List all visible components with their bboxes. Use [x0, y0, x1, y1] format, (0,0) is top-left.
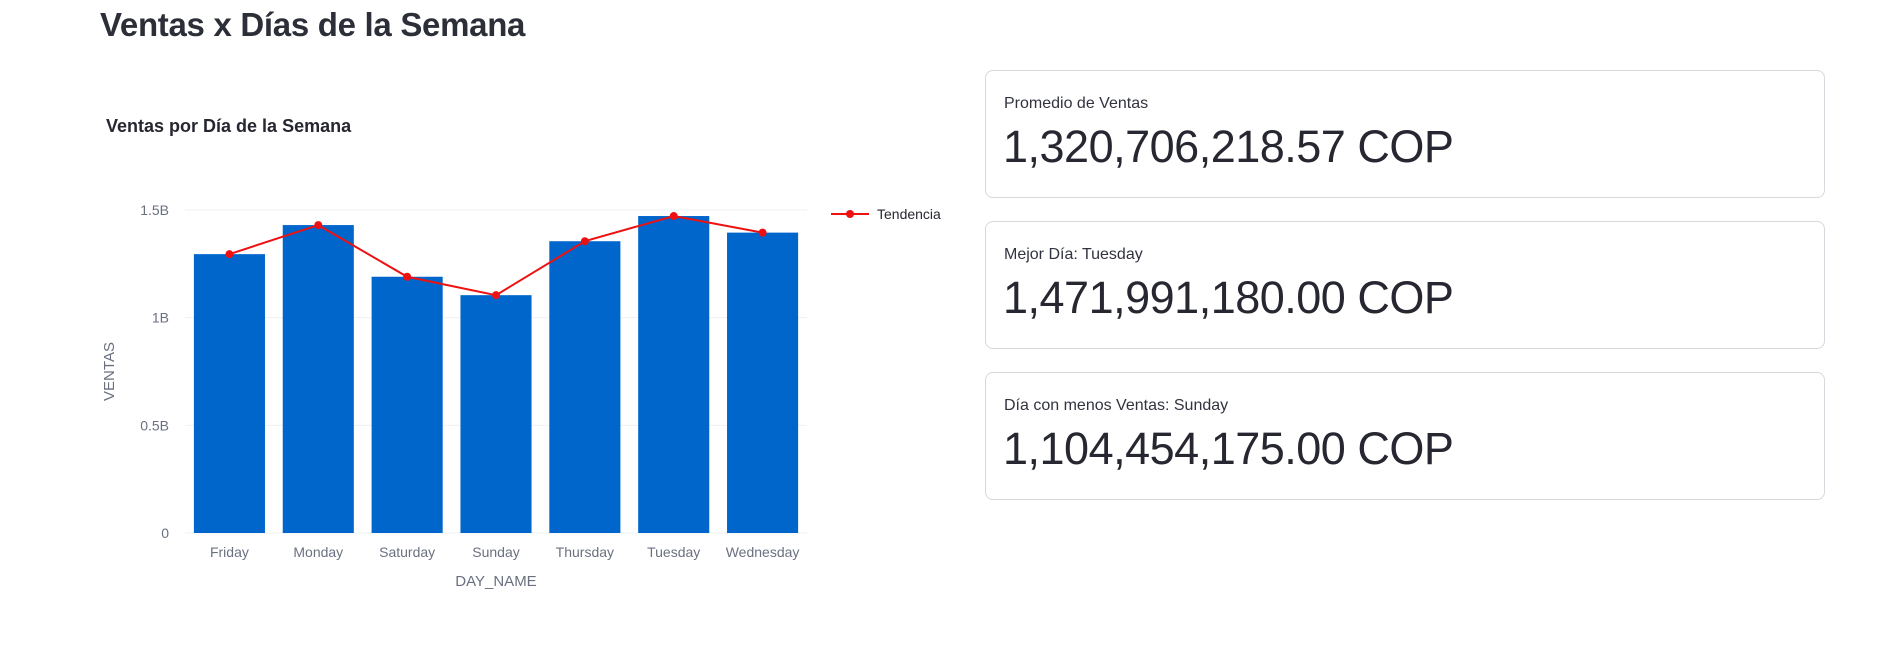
- metric-value: 1,320,706,218.57 COP: [1003, 121, 1454, 172]
- trend-point[interactable]: [669, 212, 678, 221]
- y-axis-ticks: 0 0.5B 1B 1.5B: [140, 202, 169, 541]
- bar-saturday[interactable]: [371, 276, 443, 533]
- y-axis-label: VENTAS: [101, 342, 118, 401]
- trend-point[interactable]: [758, 228, 767, 237]
- y-tick-label: 1B: [152, 310, 169, 326]
- x-tick-label: Monday: [293, 544, 343, 560]
- page-title: Ventas x Días de la Semana: [100, 6, 526, 43]
- metric-value: 1,471,991,180.00 COP: [1003, 272, 1454, 323]
- x-axis-label: DAY_NAME: [455, 573, 536, 590]
- x-tick-label: Saturday: [379, 544, 435, 560]
- trend-point[interactable]: [492, 291, 500, 300]
- chart-title: Ventas por Día de la Semana: [106, 116, 352, 136]
- y-tick-label: 1.5B: [140, 202, 169, 218]
- bar-sunday[interactable]: [460, 295, 532, 533]
- bar-wednesday[interactable]: [727, 232, 799, 534]
- x-tick-label: Wednesday: [726, 544, 800, 560]
- x-axis-ticks: Friday Monday Saturday Sunday Thursday Tuesda…: [210, 544, 799, 560]
- trend-point[interactable]: [225, 250, 234, 259]
- metric-card-best-day: Mejor Día: Tuesday 1,471,991,180.00 COP: [985, 221, 1825, 349]
- metric-label: Día con menos Ventas: Sunday: [1004, 397, 1229, 414]
- bar-thursday[interactable]: [549, 241, 621, 533]
- bar-tuesday[interactable]: [638, 216, 710, 533]
- metric-value: 1,104,454,175.00 COP: [1003, 423, 1454, 474]
- legend-swatch-marker: [846, 210, 854, 218]
- metric-label: Mejor Día: Tuesday: [1004, 246, 1143, 263]
- trend-point[interactable]: [314, 221, 323, 230]
- metric-card-average: Promedio de Ventas 1,320,706,218.57 COP: [985, 70, 1825, 198]
- x-tick-label: Sunday: [472, 544, 519, 560]
- legend[interactable]: Tendencia: [831, 206, 941, 222]
- y-tick-label: 0: [161, 525, 169, 541]
- bars: [193, 216, 799, 534]
- x-tick-label: Tuesday: [647, 544, 700, 560]
- x-tick-label: Friday: [210, 544, 249, 560]
- trend-point[interactable]: [403, 272, 412, 281]
- chart-canvas: Ventas por Día de la Semana 00.5B1B1.5B …: [101, 116, 941, 590]
- bar-monday[interactable]: [282, 225, 354, 533]
- metric-card-worst-day: Día con menos Ventas: Sunday 1,104,454,1…: [985, 372, 1825, 500]
- sales-by-weekday-chart: Ventas por Día de la Semana 0 0.5B 1B 1.5B …: [96, 100, 956, 620]
- x-tick-label: Thursday: [556, 544, 614, 560]
- metric-label: Promedio de Ventas: [1004, 95, 1149, 112]
- trend-point[interactable]: [580, 237, 589, 246]
- y-tick-label: 0.5B: [140, 417, 169, 433]
- legend-label-tendencia: Tendencia: [877, 206, 941, 222]
- bar-friday[interactable]: [193, 254, 265, 534]
